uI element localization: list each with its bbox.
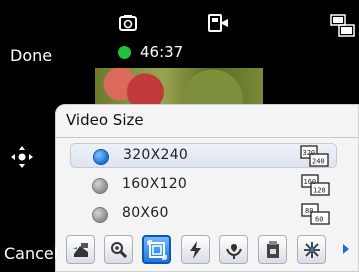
capture-mode-button[interactable]: [66, 235, 95, 264]
option-80x60[interactable]: 80X60 80 60: [70, 202, 337, 227]
recording-indicator: [118, 46, 131, 59]
storage-button[interactable]: [258, 235, 287, 264]
svg-text:320: 320: [303, 149, 316, 157]
zoom-button[interactable]: [104, 235, 133, 264]
svg-text:80: 80: [305, 207, 313, 215]
resolution-320x240-icon: [330, 14, 356, 38]
effects-icon: [303, 241, 320, 258]
panel-title: Video Size: [66, 111, 144, 129]
panel-divider: [56, 137, 359, 138]
recording-timer: 46:37: [140, 43, 184, 61]
option-label: 80X60: [122, 205, 169, 221]
option-label: 320X240: [123, 147, 189, 163]
dpad-icon: [10, 145, 34, 169]
res-160x120-icon: 160 120: [301, 174, 330, 196]
svg-text:160: 160: [304, 178, 317, 186]
toolbar-scroll-right-icon[interactable]: [343, 244, 349, 254]
camera-mode-icon: [117, 14, 139, 32]
res-320x240-icon: 320 240: [300, 145, 329, 167]
video-record-icon: [208, 14, 230, 34]
svg-text:60: 60: [315, 216, 323, 224]
camera-preview: [95, 68, 263, 108]
flash-icon: [189, 240, 201, 259]
effects-button[interactable]: [297, 235, 326, 264]
done-softkey[interactable]: Done: [10, 46, 52, 65]
zoom-icon: [110, 241, 127, 258]
video-size-icon: [146, 239, 167, 260]
option-160x120[interactable]: 160X120 160 120: [70, 173, 337, 198]
radio-unselected-icon[interactable]: [92, 178, 108, 194]
cancel-softkey[interactable]: Cancel: [4, 244, 58, 263]
res-80x60-icon: 80 60: [301, 203, 330, 225]
flash-button[interactable]: [181, 235, 210, 264]
video-size-button[interactable]: [142, 235, 171, 264]
macro-button[interactable]: [219, 235, 248, 264]
camera-toolbar: [66, 235, 346, 267]
storage-icon: [266, 240, 279, 258]
radio-unselected-icon[interactable]: [92, 207, 108, 223]
option-320x240[interactable]: 320X240 320 240: [70, 143, 337, 168]
svg-text:240: 240: [312, 158, 325, 166]
radio-selected-icon[interactable]: [93, 149, 109, 165]
macro-icon: [225, 243, 242, 259]
capture-mode-icon: [72, 242, 88, 257]
option-label: 160X120: [122, 176, 188, 192]
svg-text:120: 120: [313, 187, 326, 195]
